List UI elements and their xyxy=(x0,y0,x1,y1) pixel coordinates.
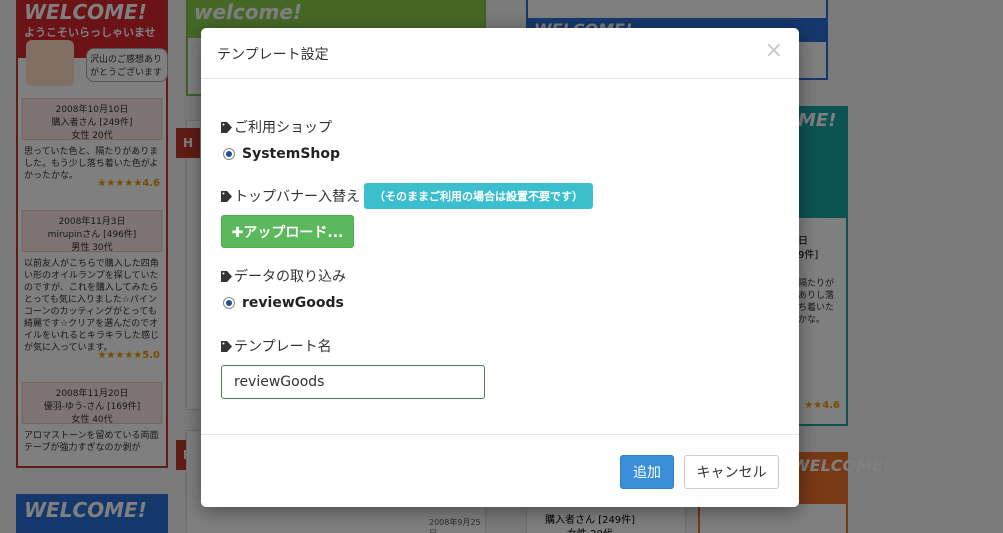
banner-note-badge: （そのままご利用の場合は設置不要です） xyxy=(364,183,593,209)
banner-label-text: トップバナー入替え xyxy=(234,189,360,205)
dialog-footer: 追加 キャンセル xyxy=(201,434,799,508)
shop-section-label: ご利用ショップ xyxy=(221,117,332,137)
banner-section-label: トップバナー入替え （そのままご利用の場合は設置不要です） xyxy=(221,183,593,209)
template-name-input[interactable] xyxy=(221,365,485,399)
tag-icon xyxy=(221,121,232,133)
shop-radio-button[interactable] xyxy=(223,148,235,160)
data-label-text: データの取り込み xyxy=(234,269,346,285)
dialog-header: テンプレート設定 × xyxy=(201,28,799,79)
data-radio-button[interactable] xyxy=(223,297,235,309)
template-name-label-text: テンプレート名 xyxy=(234,339,332,355)
template-name-section-label: テンプレート名 xyxy=(221,336,332,356)
upload-button[interactable]: ✚アップロード... xyxy=(221,215,354,248)
cancel-button[interactable]: キャンセル xyxy=(684,455,779,489)
template-settings-dialog: テンプレート設定 × ご利用ショップ SystemShop トップバナー入替え … xyxy=(201,28,799,507)
shop-option-label: SystemShop xyxy=(242,146,341,162)
dialog-title: テンプレート設定 xyxy=(217,47,329,63)
data-import-section-label: データの取り込み xyxy=(221,266,346,286)
data-option-label: reviewGoods xyxy=(242,295,344,311)
add-button[interactable]: 追加 xyxy=(620,455,674,489)
close-icon[interactable]: × xyxy=(765,39,783,63)
tag-icon xyxy=(221,270,232,282)
tag-icon xyxy=(221,340,232,352)
data-radio-option[interactable]: reviewGoods xyxy=(223,295,344,311)
tag-icon xyxy=(221,190,232,202)
shop-radio-option[interactable]: SystemShop xyxy=(223,146,340,162)
shop-label-text: ご利用ショップ xyxy=(234,120,332,136)
